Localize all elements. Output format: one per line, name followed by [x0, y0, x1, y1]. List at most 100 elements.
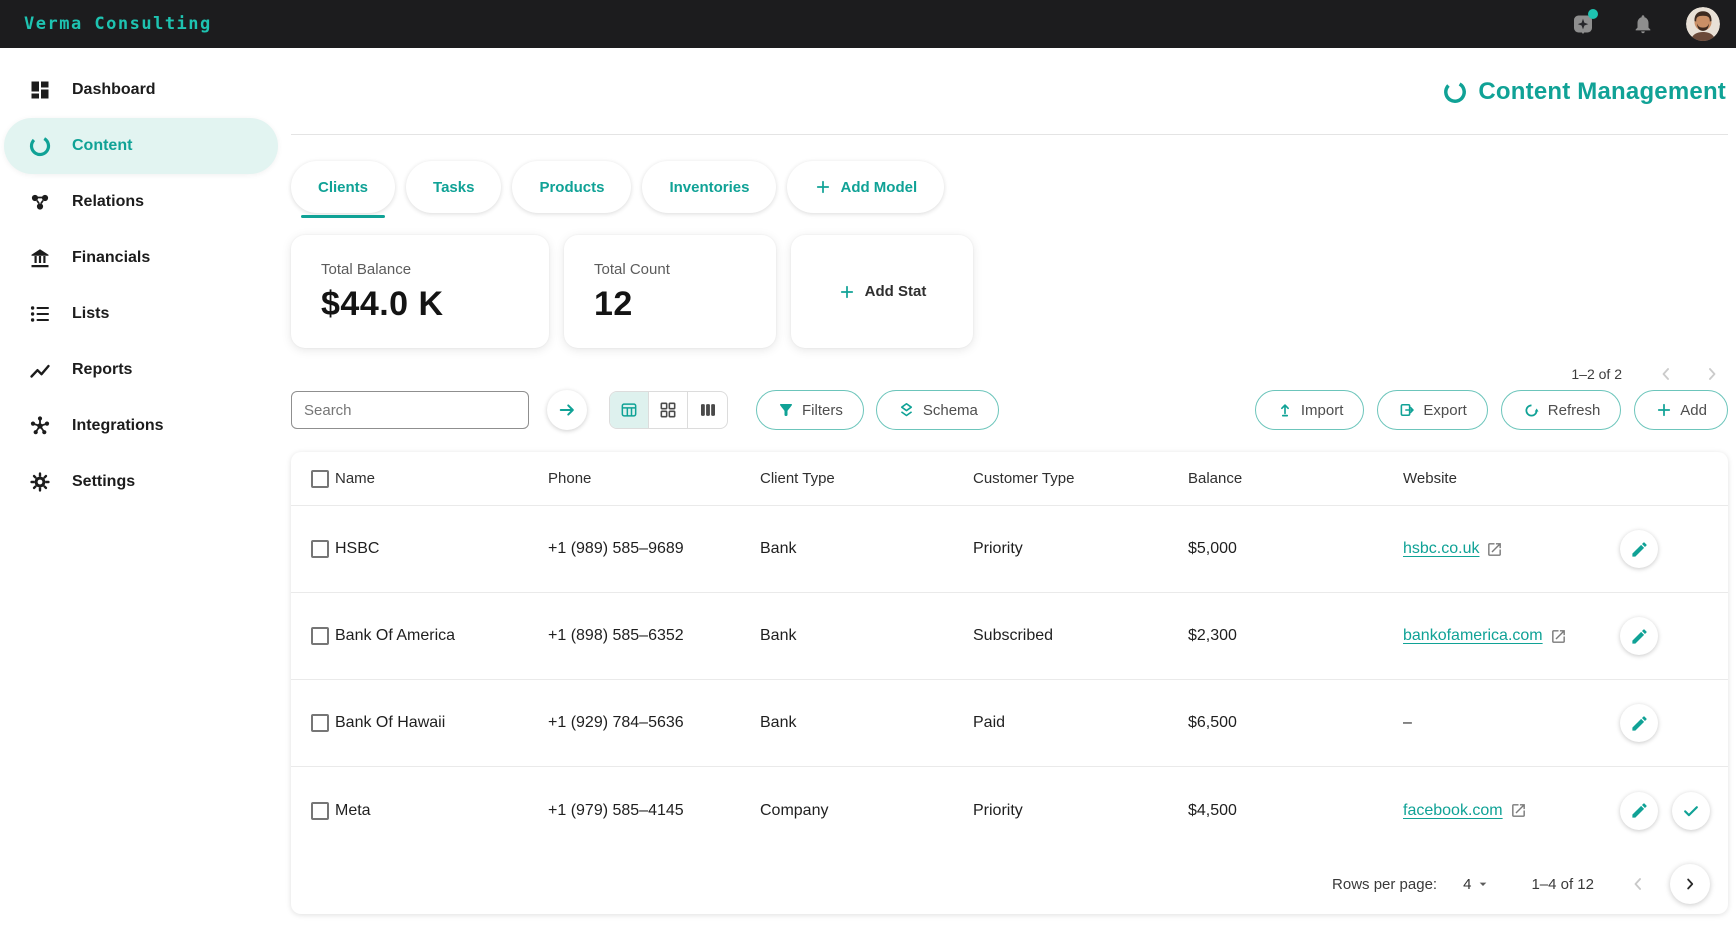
plus-icon — [1655, 401, 1673, 419]
sidebar-item-dashboard[interactable]: Dashboard — [4, 62, 278, 118]
column-header-balance: Balance — [1188, 470, 1403, 487]
sidebar: Dashboard Content Relations Financials L… — [0, 48, 284, 951]
prev-page-button[interactable] — [1628, 874, 1648, 894]
content-management-icon — [1442, 79, 1468, 105]
sidebar-item-integrations[interactable]: Integrations — [4, 398, 278, 454]
row-checkbox[interactable] — [311, 540, 329, 558]
add-stat-label: Add Stat — [865, 283, 927, 300]
next-page-button[interactable] — [1670, 864, 1710, 904]
cell-name: Bank Of Hawaii — [335, 714, 548, 732]
grid-view-button[interactable] — [649, 392, 688, 428]
column-header-customer-type: Customer Type — [973, 470, 1188, 487]
confirm-button[interactable] — [1672, 792, 1710, 830]
cell-phone: +1 (898) 585–6352 — [548, 627, 760, 645]
sidebar-item-label: Relations — [72, 193, 144, 211]
cell-name: HSBC — [335, 540, 548, 558]
plus-icon — [838, 283, 856, 301]
content-icon — [28, 134, 52, 158]
add-model-button[interactable]: Add Model — [787, 161, 944, 213]
edit-button[interactable] — [1620, 617, 1658, 655]
cell-customer-type: Subscribed — [973, 627, 1188, 645]
column-header-phone: Phone — [548, 470, 760, 487]
apps-widget-button[interactable] — [1566, 7, 1600, 41]
add-button[interactable]: Add — [1634, 390, 1728, 430]
refresh-icon — [1522, 401, 1541, 420]
cell-phone: +1 (979) 585–4145 — [548, 802, 760, 820]
table-header-row: Name Phone Client Type Customer Type Bal… — [291, 452, 1728, 506]
row-checkbox[interactable] — [311, 627, 329, 645]
clients-table: Name Phone Client Type Customer Type Bal… — [291, 452, 1728, 914]
table-footer: Rows per page: 4 1–4 of 12 — [291, 854, 1728, 914]
columns-view-button[interactable] — [688, 392, 727, 428]
sidebar-item-financials[interactable]: Financials — [4, 230, 278, 286]
page-title: Content Management — [1478, 78, 1726, 106]
filters-button[interactable]: Filters — [756, 390, 864, 430]
sidebar-item-relations[interactable]: Relations — [4, 174, 278, 230]
refresh-button[interactable]: Refresh — [1501, 390, 1622, 430]
website-link[interactable]: facebook.com — [1403, 802, 1527, 820]
tab-label: Add Model — [840, 179, 917, 196]
tab-label: Clients — [318, 179, 368, 196]
rows-per-page-select[interactable]: 4 — [1463, 876, 1491, 893]
dashboard-icon — [28, 78, 52, 102]
tab-products[interactable]: Products — [512, 161, 631, 213]
stats-prev-button[interactable] — [1656, 364, 1676, 384]
website-link[interactable]: hsbc.co.uk — [1403, 540, 1503, 558]
sidebar-item-label: Reports — [72, 361, 132, 379]
row-checkbox[interactable] — [311, 802, 329, 820]
select-all-checkbox[interactable] — [311, 470, 329, 488]
table-row: HSBC +1 (989) 585–9689 Bank Priority $5,… — [291, 506, 1728, 593]
stats-row: Total Balance $44.0 K Total Count 12 Add… — [291, 235, 1728, 348]
rows-per-page-value: 4 — [1463, 876, 1471, 893]
cell-customer-type: Priority — [973, 540, 1188, 558]
search-input[interactable] — [291, 391, 529, 429]
chevron-right-icon — [1681, 875, 1699, 893]
cell-balance: $2,300 — [1188, 627, 1403, 645]
sidebar-item-reports[interactable]: Reports — [4, 342, 278, 398]
caret-down-icon — [1475, 876, 1491, 892]
topbar-actions — [1566, 7, 1720, 41]
tab-clients[interactable]: Clients — [291, 161, 395, 213]
website-url: facebook.com — [1403, 802, 1503, 820]
stats-next-button[interactable] — [1702, 364, 1722, 384]
sidebar-item-settings[interactable]: Settings — [4, 454, 278, 510]
add-stat-button[interactable]: Add Stat — [791, 235, 973, 348]
grid-view-icon — [658, 400, 678, 420]
edit-button[interactable] — [1620, 792, 1658, 830]
tab-inventories[interactable]: Inventories — [642, 161, 776, 213]
stats-range: 1–2 of 2 — [1571, 366, 1622, 382]
export-icon — [1398, 401, 1416, 419]
search-submit-button[interactable] — [547, 390, 587, 430]
tab-tasks[interactable]: Tasks — [406, 161, 501, 213]
add-label: Add — [1680, 402, 1707, 419]
pencil-icon — [1630, 627, 1649, 646]
stat-label: Total Count — [594, 261, 746, 278]
cell-balance: $4,500 — [1188, 802, 1403, 820]
website-link[interactable]: bankofamerica.com — [1403, 627, 1567, 645]
edit-button[interactable] — [1620, 530, 1658, 568]
arrow-right-icon — [557, 400, 577, 420]
external-link-icon — [1486, 541, 1503, 558]
row-checkbox[interactable] — [311, 714, 329, 732]
brand-logo: Verma Consulting — [24, 14, 212, 34]
table-row: Meta +1 (979) 585–4145 Company Priority … — [291, 767, 1728, 854]
notifications-button[interactable] — [1626, 7, 1660, 41]
table-row: Bank Of America +1 (898) 585–6352 Bank S… — [291, 593, 1728, 680]
sidebar-item-lists[interactable]: Lists — [4, 286, 278, 342]
avatar[interactable] — [1686, 7, 1720, 41]
schema-button[interactable]: Schema — [876, 390, 999, 430]
tab-label: Products — [539, 179, 604, 196]
edit-button[interactable] — [1620, 704, 1658, 742]
import-button[interactable]: Import — [1255, 390, 1365, 430]
export-button[interactable]: Export — [1377, 390, 1487, 430]
import-label: Import — [1301, 402, 1344, 419]
schema-icon — [897, 401, 916, 420]
tab-label: Tasks — [433, 179, 474, 196]
line-chart-icon — [28, 358, 52, 382]
sidebar-item-content[interactable]: Content — [4, 118, 278, 174]
website-url: hsbc.co.uk — [1403, 540, 1479, 558]
website-url: bankofamerica.com — [1403, 627, 1543, 645]
table-view-button[interactable] — [610, 392, 649, 428]
model-tabs: Clients Tasks Products Inventories Add M… — [291, 161, 1728, 213]
import-icon — [1276, 401, 1294, 419]
